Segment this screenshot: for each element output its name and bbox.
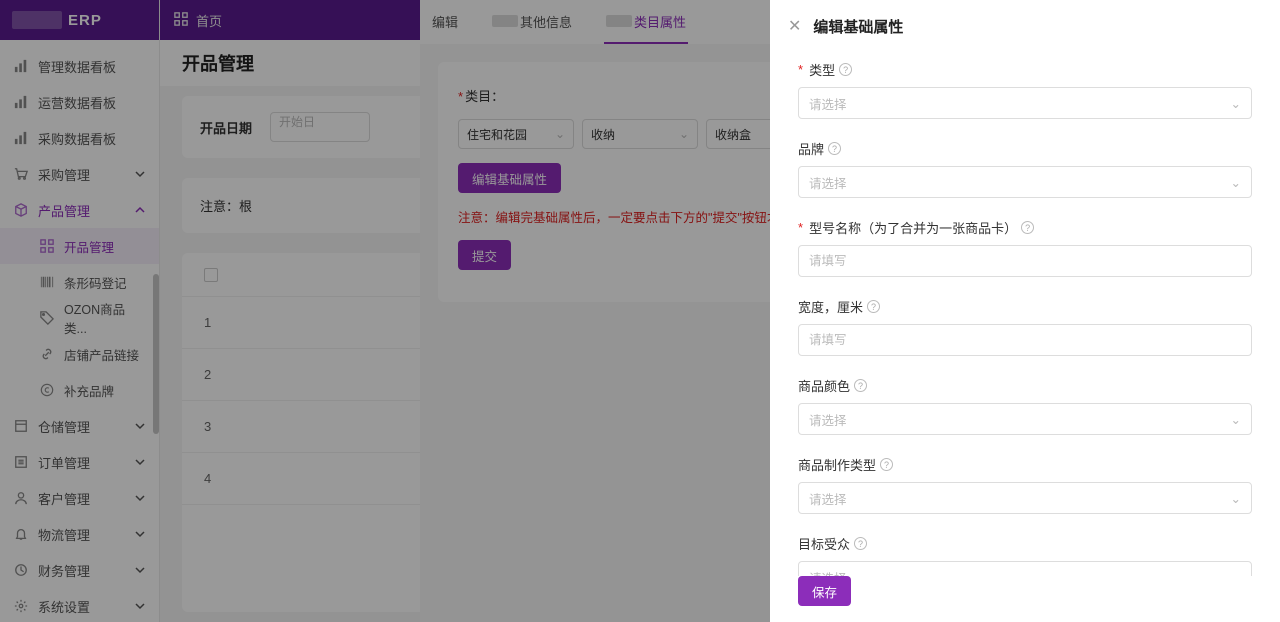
placeholder: 请选择 [809,410,847,429]
placeholder: 请选择 [809,568,847,577]
width-input[interactable] [798,324,1252,356]
field-label-audience: 目标受众? [798,534,1252,553]
drawer-edit-base-attrs: ✕ 编辑基础属性 *类型? 请选择 ⌄ 品牌? 请选择 ⌄ *型号名称（为了合并为一… [770,0,1280,622]
brand-select[interactable]: 请选择 ⌄ [798,166,1252,198]
info-icon[interactable]: ? [867,300,880,313]
chevron-down-icon: ⌄ [1231,491,1241,506]
placeholder: 请选择 [809,94,847,113]
drawer-header: ✕ 编辑基础属性 [770,0,1280,52]
drawer-title: 编辑基础属性 [813,16,903,37]
drawer-footer: 保存 [770,576,1280,622]
color-select[interactable]: 请选择 ⌄ [798,403,1252,435]
audience-select[interactable]: 请选择 ⌄ [798,561,1252,576]
chevron-down-icon: ⌄ [1231,570,1241,577]
chevron-down-icon: ⌄ [1231,412,1241,427]
field-label-make-type: 商品制作类型? [798,455,1252,474]
info-icon[interactable]: ? [880,458,893,471]
field-label-type: *类型? [798,60,1252,79]
make-type-select[interactable]: 请选择 ⌄ [798,482,1252,514]
info-icon[interactable]: ? [839,63,852,76]
chevron-down-icon: ⌄ [1231,175,1241,190]
info-icon[interactable]: ? [854,379,867,392]
chevron-down-icon: ⌄ [1231,96,1241,111]
info-icon[interactable]: ? [828,142,841,155]
drawer-body: *类型? 请选择 ⌄ 品牌? 请选择 ⌄ *型号名称（为了合并为一张商品卡）? 宽度… [770,52,1280,576]
model-input[interactable] [798,245,1252,277]
close-icon[interactable]: ✕ [788,16,801,36]
field-label-color: 商品颜色? [798,376,1252,395]
save-button[interactable]: 保存 [798,576,851,606]
field-label-brand: 品牌? [798,139,1252,158]
placeholder: 请选择 [809,489,847,508]
field-label-model: *型号名称（为了合并为一张商品卡）? [798,218,1252,237]
placeholder: 请选择 [809,173,847,192]
field-label-width: 宽度，厘米? [798,297,1252,316]
type-select[interactable]: 请选择 ⌄ [798,87,1252,119]
info-icon[interactable]: ? [1021,221,1034,234]
info-icon[interactable]: ? [854,537,867,550]
